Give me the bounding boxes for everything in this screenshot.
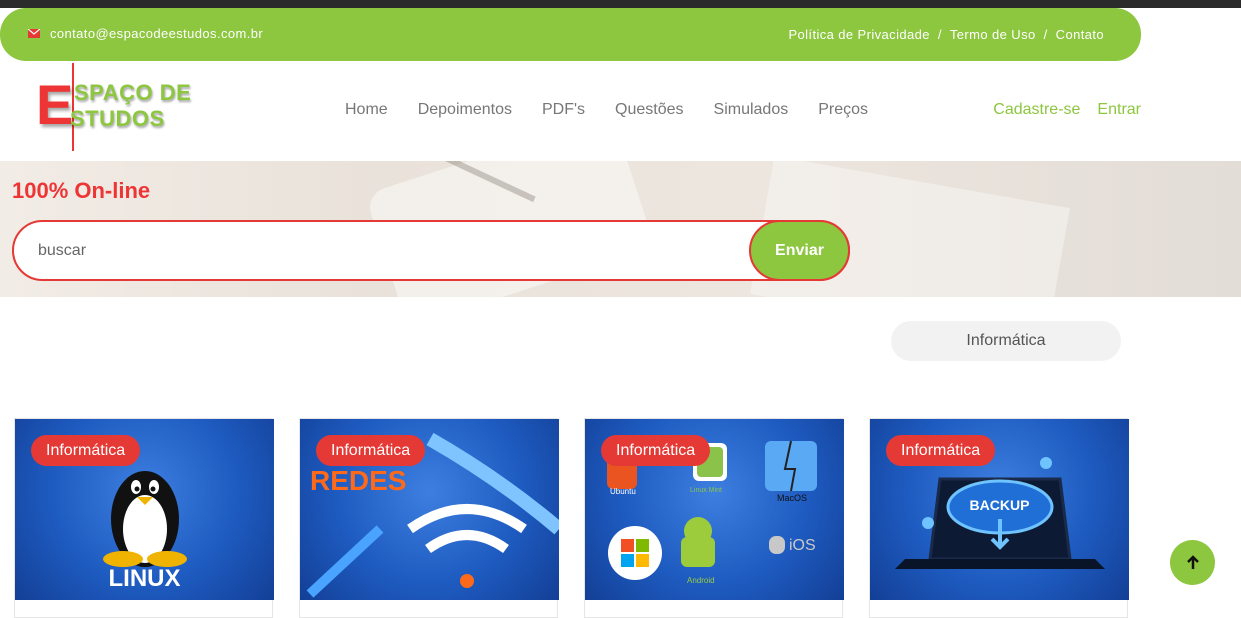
- nav-depoimentos[interactable]: Depoimentos: [418, 101, 512, 119]
- card-image-label: MacOS: [777, 493, 808, 503]
- email-text: contato@espacodeestudos.com.br: [50, 26, 264, 41]
- nav-home[interactable]: Home: [345, 101, 388, 119]
- nav-menu: Home Depoimentos PDF's Questões Simulado…: [345, 101, 868, 119]
- category-badge: Informática: [316, 435, 426, 466]
- card-image-label: Linux Mint: [690, 487, 722, 494]
- course-card[interactable]: REDES Informática: [299, 418, 559, 618]
- category-filter[interactable]: Informática: [891, 321, 1121, 361]
- card-image-label: Android: [687, 576, 715, 585]
- signup-link[interactable]: Cadastre-se: [993, 101, 1080, 119]
- nav-simulados[interactable]: Simulados: [714, 101, 789, 119]
- login-link[interactable]: Entrar: [1097, 101, 1141, 119]
- hero-title: 100% On-line: [12, 178, 151, 203]
- course-card[interactable]: Ubuntu Linux Mint MacOS Android iOS Info…: [584, 418, 844, 618]
- nav-precos[interactable]: Preços: [818, 101, 868, 119]
- card-image-label: Ubuntu: [610, 487, 636, 496]
- back-to-top-button[interactable]: [1170, 540, 1215, 585]
- nav-questoes[interactable]: Questões: [615, 101, 683, 119]
- logo-line2: STUDOS: [70, 106, 165, 131]
- logo-line1: SPAÇO DE: [74, 80, 192, 105]
- card-image-label: iOS: [789, 537, 816, 554]
- auth-links: Cadastre-se Entrar: [993, 101, 1141, 119]
- top-strip: [0, 0, 1241, 8]
- arrow-up-icon: [1186, 554, 1199, 569]
- card-image-text: LINUX: [108, 565, 181, 592]
- search-input[interactable]: [38, 238, 718, 264]
- privacy-link[interactable]: Política de Privacidade: [788, 27, 929, 42]
- card-image: BACKUP Informática: [870, 419, 1129, 600]
- category-filter-label: Informática: [966, 332, 1046, 349]
- contact-email[interactable]: contato@espacodeestudos.com.br: [28, 26, 263, 41]
- hero-banner: 100% On-line Enviar: [0, 161, 1241, 297]
- category-badge: Informática: [31, 435, 141, 466]
- separator: /: [1043, 27, 1048, 42]
- card-image: Ubuntu Linux Mint MacOS Android iOS Info…: [585, 419, 844, 600]
- card-image-text: REDES: [310, 465, 407, 496]
- nav-pdfs[interactable]: PDF's: [542, 101, 585, 119]
- course-card[interactable]: LINUX Informática: [14, 418, 274, 618]
- contact-link[interactable]: Contato: [1056, 27, 1104, 42]
- top-links: Política de Privacidade / Termo de Uso /…: [788, 27, 1104, 42]
- search-bar: Enviar: [12, 220, 850, 281]
- card-image-text: BACKUP: [969, 497, 1030, 513]
- top-bar: contato@espacodeestudos.com.br Política …: [0, 8, 1141, 61]
- terms-link[interactable]: Termo de Uso: [950, 27, 1036, 42]
- logo-letter: E: [36, 73, 74, 136]
- card-image: LINUX Informática: [15, 419, 274, 600]
- envelope-icon: [28, 29, 40, 38]
- category-badge: Informática: [886, 435, 996, 466]
- course-card[interactable]: BACKUP Informática: [869, 418, 1129, 618]
- site-logo[interactable]: E SPAÇO DE STUDOS: [34, 63, 204, 151]
- card-image: REDES Informática: [300, 419, 559, 600]
- search-submit-button[interactable]: Enviar: [749, 220, 850, 281]
- main-nav: E SPAÇO DE STUDOS Home Depoimentos PDF's…: [0, 61, 1241, 161]
- separator: /: [937, 27, 942, 42]
- category-badge: Informática: [601, 435, 711, 466]
